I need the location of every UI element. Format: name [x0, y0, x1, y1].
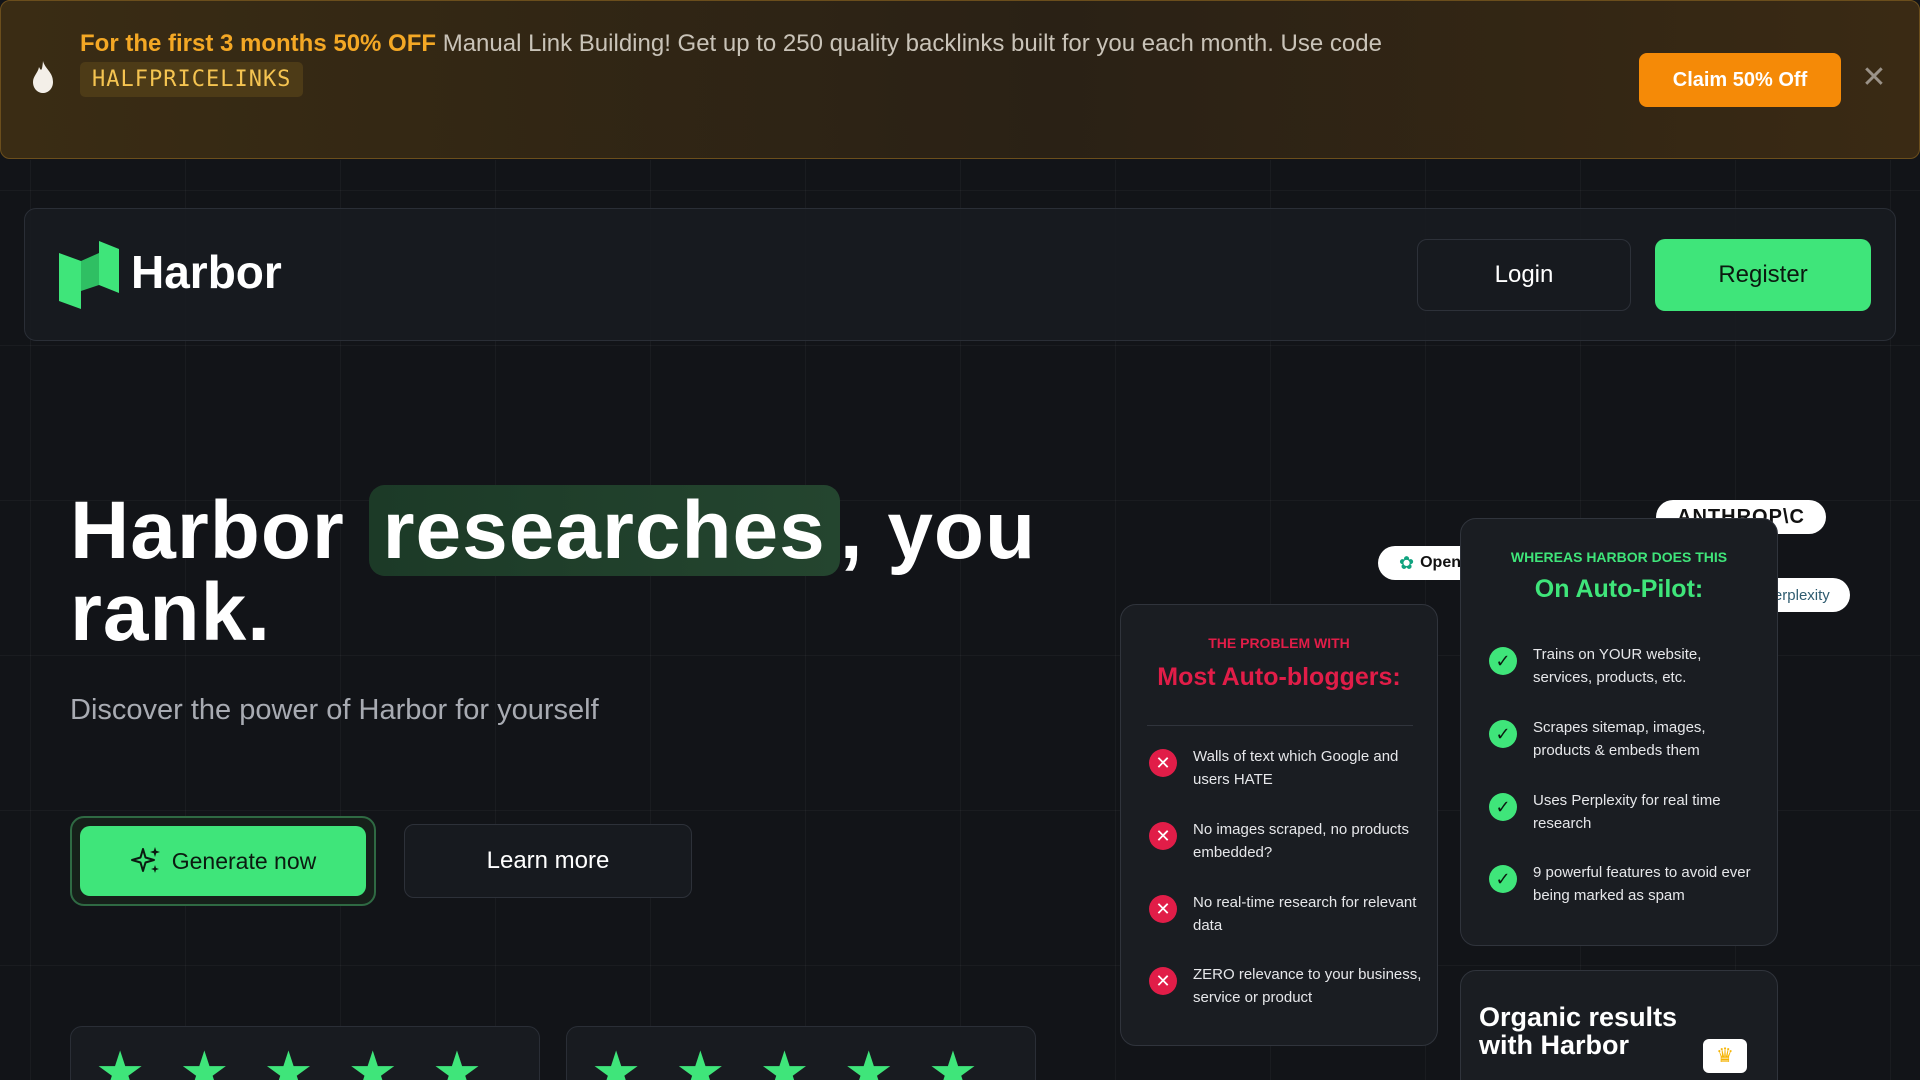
solution-item-text: Trains on YOUR website, services, produc…	[1533, 646, 1702, 686]
check-icon: ✓	[1489, 720, 1517, 748]
rating-card: ★ ★ ★ ★ ★	[70, 1026, 540, 1080]
openai-icon: ✿	[1399, 552, 1415, 573]
claim-offer-button[interactable]: Claim 50% Off	[1639, 53, 1841, 107]
login-button[interactable]: Login	[1417, 239, 1631, 311]
hero-title-start: Harbor	[70, 485, 369, 576]
problem-item: ✕ Walls of text which Google and users H…	[1149, 745, 1423, 791]
cross-icon: ✕	[1149, 749, 1177, 777]
star-icon: ★	[591, 1040, 642, 1080]
solution-item-text: Scrapes sitemap, images, products & embe…	[1533, 719, 1706, 759]
cross-icon: ✕	[1149, 822, 1177, 850]
promo-code[interactable]: HALFPRICELINKS	[80, 62, 304, 97]
hero-title-highlight: researches	[368, 485, 840, 576]
star-icon: ★	[347, 1040, 398, 1080]
solution-item: ✓ Trains on YOUR website, services, prod…	[1489, 643, 1753, 689]
problem-item: ✕ ZERO relevance to your business, servi…	[1149, 963, 1423, 1009]
solution-item: ✓ Uses Perplexity for real time research	[1489, 789, 1753, 835]
generate-button-frame: Generate now	[70, 816, 376, 906]
generate-now-button[interactable]: Generate now	[80, 826, 366, 896]
close-icon[interactable]: ✕	[1859, 63, 1889, 93]
solution-item-text: Uses Perplexity for real time research	[1533, 792, 1721, 832]
problem-item: ✕ No images scraped, no products embedde…	[1149, 818, 1423, 864]
promo-text: For the first 3 months 50% OFF Manual Li…	[80, 27, 1382, 61]
solution-item-text: 9 powerful features to avoid ever being …	[1533, 864, 1751, 904]
promo-banner: For the first 3 months 50% OFF Manual Li…	[0, 0, 1920, 159]
star-icon: ★	[927, 1040, 979, 1080]
problem-kicker: THE PROBLEM WITH	[1208, 635, 1350, 651]
check-icon: ✓	[1489, 865, 1517, 893]
star-icon: ★	[263, 1040, 314, 1080]
promo-highlight: For the first 3 months 50% OFF	[80, 30, 437, 57]
solution-kicker: WHEREAS HARBOR DOES THIS	[1510, 549, 1728, 565]
learn-more-button[interactable]: Learn more	[404, 824, 692, 898]
hero-subtitle: Discover the power of Harbor for yoursel…	[70, 694, 599, 726]
top-navigation: Harbor Login Register	[24, 208, 1896, 341]
organic-results-text: Organic results with Harbor	[1479, 1002, 1678, 1060]
problem-item-text: No images scraped, no products embedded?	[1193, 821, 1409, 861]
divider	[1147, 725, 1413, 726]
cross-icon: ✕	[1149, 967, 1177, 995]
problem-item-text: ZERO relevance to your business, service…	[1193, 966, 1422, 1006]
star-icon: ★	[675, 1040, 726, 1080]
solution-item: ✓ 9 powerful features to avoid ever bein…	[1489, 861, 1753, 907]
solution-item: ✓ Scrapes sitemap, images, products & em…	[1489, 716, 1753, 762]
solution-heading: On Auto-Pilot:	[1534, 575, 1704, 603]
cross-icon: ✕	[1149, 895, 1177, 923]
problem-item-text: Walls of text which Google and users HAT…	[1193, 748, 1399, 788]
star-icon: ★	[843, 1040, 894, 1080]
problem-item-text: No real-time research for relevant data	[1193, 894, 1417, 934]
flame-icon	[33, 61, 53, 93]
register-button[interactable]: Register	[1655, 239, 1871, 311]
harbor-logo-icon[interactable]	[59, 239, 119, 311]
generate-now-label: Generate now	[171, 847, 317, 874]
problem-card: THE PROBLEM WITH Most Auto-bloggers: ✕ W…	[1120, 604, 1438, 1046]
promo-message: Manual Link Building! Get up to 250 qual…	[436, 30, 1382, 57]
star-icon: ★	[95, 1040, 146, 1080]
star-icon: ★	[431, 1040, 483, 1080]
solution-card: WHEREAS HARBOR DOES THIS On Auto-Pilot: …	[1460, 518, 1778, 946]
brand-name[interactable]: Harbor	[131, 245, 282, 299]
star-icon: ★	[759, 1040, 810, 1080]
problem-item: ✕ No real-time research for relevant dat…	[1149, 891, 1423, 937]
star-icon: ★	[179, 1040, 230, 1080]
crown-icon: ♛	[1703, 1039, 1747, 1073]
rating-card: ★ ★ ★ ★ ★	[566, 1026, 1036, 1080]
sparkle-icon	[130, 847, 160, 873]
organic-results-card: Organic results with Harbor ♛	[1460, 970, 1778, 1080]
problem-heading: Most Auto-bloggers:	[1157, 663, 1401, 691]
hero-title: Harbor researches, you rank.	[70, 485, 1070, 654]
check-icon: ✓	[1489, 793, 1517, 821]
check-icon: ✓	[1489, 647, 1517, 675]
